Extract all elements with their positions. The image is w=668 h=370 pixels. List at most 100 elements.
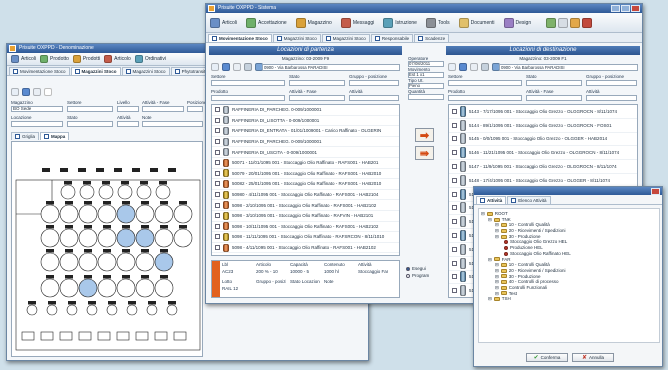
checkbox[interactable] bbox=[452, 205, 457, 211]
mode-esegui[interactable]: Esegui bbox=[406, 266, 429, 271]
list-item[interactable]: RAFFINERIA DI_LISOTTA - 0-009/1000001 bbox=[212, 116, 399, 127]
checkbox[interactable] bbox=[452, 219, 457, 225]
locazione-field[interactable] bbox=[11, 121, 63, 127]
toolbar-accettazione[interactable]: Accettazione bbox=[246, 17, 287, 28]
checkbox[interactable] bbox=[452, 191, 457, 197]
list-item[interactable]: 5098 - 2/10/1095 001 - Stoccaggio Olio R… bbox=[212, 200, 399, 211]
search-icon[interactable] bbox=[448, 63, 456, 71]
prodotto-select[interactable] bbox=[211, 95, 285, 101]
expand-icon[interactable]: ⊟ bbox=[495, 291, 499, 297]
toolbar-button-5[interactable]: Ordinativi bbox=[134, 55, 166, 63]
list-item[interactable]: 50071 - 11/01/1095 001 - Stoccaggio Olio… bbox=[212, 158, 399, 169]
checkbox[interactable] bbox=[452, 260, 457, 266]
posizione-select[interactable] bbox=[187, 106, 203, 112]
delete-icon[interactable] bbox=[481, 63, 489, 71]
help-icon[interactable] bbox=[570, 17, 581, 28]
list-item[interactable]: 5144 - 89/1/1095 001 - Stoccaggio Olio G… bbox=[449, 119, 637, 133]
list-item[interactable]: 5145 - 0/0/1095 001 - Stoccaggio Olio Gr… bbox=[449, 133, 637, 147]
gruppo-select[interactable] bbox=[586, 80, 637, 86]
checkbox[interactable] bbox=[452, 288, 457, 294]
checkbox[interactable] bbox=[452, 122, 457, 128]
toolbar-design[interactable]: Design bbox=[503, 17, 531, 28]
checkbox[interactable] bbox=[215, 117, 220, 123]
checkbox[interactable] bbox=[452, 274, 457, 280]
toolbar-tools[interactable]: Tools bbox=[425, 17, 450, 28]
checkbox[interactable] bbox=[215, 139, 220, 145]
checkbox[interactable] bbox=[452, 246, 457, 252]
tab-movimentazione[interactable]: Movimentazione Stoco bbox=[9, 67, 70, 75]
stato-select[interactable] bbox=[289, 80, 345, 86]
expand-icon[interactable]: ⊟ bbox=[488, 217, 492, 223]
document-icon[interactable] bbox=[233, 63, 241, 71]
move-all-right-button[interactable]: ⇛ bbox=[415, 146, 434, 160]
search-icon[interactable] bbox=[11, 88, 19, 96]
checkbox[interactable] bbox=[452, 136, 457, 142]
attivita-select[interactable] bbox=[142, 106, 184, 112]
checkbox[interactable] bbox=[215, 192, 220, 198]
window-icon[interactable] bbox=[558, 17, 569, 28]
list-item[interactable]: 50082 - 25/01/1095 001 - Stoccaggio Olio… bbox=[212, 179, 399, 190]
toolbar-button-4[interactable]: Articolo bbox=[104, 55, 131, 63]
window-activities-titlebar[interactable] bbox=[474, 187, 662, 195]
tab-elenco-attivita[interactable]: Elenco Attività bbox=[507, 196, 551, 204]
checkbox[interactable] bbox=[452, 150, 457, 156]
tab-attivita[interactable]: Attività bbox=[476, 196, 507, 204]
document-icon[interactable] bbox=[470, 63, 478, 71]
prodotto-select[interactable] bbox=[448, 95, 522, 101]
list-item[interactable]: 5098 - 11/11/1095 001 - Stoccaggio Olio … bbox=[212, 232, 399, 243]
cancel-button[interactable]: ✘ Annulla bbox=[572, 353, 614, 362]
tab-responsabile[interactable]: Responsabile bbox=[370, 34, 414, 42]
attivita-field[interactable] bbox=[117, 121, 139, 127]
checkbox[interactable] bbox=[215, 213, 220, 219]
toolbar-articoli[interactable]: Articoli bbox=[210, 17, 237, 28]
tab-magazzini-2[interactable]: Magazzini Stoco bbox=[321, 34, 370, 42]
tab-mappa[interactable]: Mappa bbox=[40, 132, 70, 140]
checkbox[interactable] bbox=[215, 234, 220, 240]
confirm-button[interactable]: ✔ Conferma bbox=[526, 353, 568, 362]
tab-magazzini[interactable]: Magazzini Stoco bbox=[272, 34, 321, 42]
exit-icon[interactable] bbox=[582, 17, 593, 28]
settore-select[interactable] bbox=[448, 80, 522, 86]
checkbox[interactable] bbox=[452, 233, 457, 239]
checkbox[interactable] bbox=[452, 164, 457, 170]
list-item[interactable]: 5146 - 11/21/1095 001 - Stoccaggio Olio … bbox=[449, 146, 637, 161]
tab-scadenze[interactable]: Scadenze bbox=[414, 34, 450, 42]
window-transfer-titlebar[interactable]: Prisuite OXPPD - Sistema bbox=[206, 4, 642, 13]
checkbox[interactable] bbox=[215, 181, 220, 187]
minimize-button[interactable] bbox=[611, 5, 620, 12]
toolbar-magazzino[interactable]: Magazzino bbox=[295, 17, 332, 28]
magazzino-select[interactable]: BO Sede bbox=[11, 106, 63, 112]
close-button[interactable] bbox=[631, 5, 640, 12]
mode-program[interactable]: Program bbox=[406, 273, 429, 278]
save-icon[interactable] bbox=[459, 63, 467, 71]
note-field[interactable] bbox=[142, 121, 203, 127]
expand-icon[interactable]: ⊟ bbox=[481, 211, 485, 217]
toolbar-messaggi[interactable]: Messaggi bbox=[340, 17, 374, 28]
checkbox[interactable] bbox=[215, 107, 220, 113]
stato-select[interactable] bbox=[67, 121, 113, 127]
list-item[interactable]: RAFFINERIA DI_ENTRATA - 01/01/1009001 - … bbox=[212, 126, 399, 137]
list-item[interactable]: 5098 - 3/10/1095 001 - Stoccaggio Olio R… bbox=[212, 211, 399, 222]
settore-select[interactable] bbox=[211, 80, 285, 86]
activity-tree[interactable]: ⊟ ROOT ⊟ TNK ⊟ 10 - Controlli Qualità ⊟ 20 - Ri… bbox=[478, 208, 660, 343]
maximize-button[interactable] bbox=[621, 5, 630, 12]
print-icon[interactable] bbox=[44, 88, 52, 96]
toolbar-button-1[interactable]: Articoli bbox=[11, 55, 36, 63]
list-item[interactable]: RAFFINERIA DI_PARCHEG. 0-009/1000001 bbox=[212, 137, 399, 148]
checkbox[interactable] bbox=[215, 160, 220, 166]
toolbar-button-3[interactable]: Prodotti bbox=[72, 55, 100, 63]
checkbox[interactable] bbox=[215, 128, 220, 134]
list-item[interactable]: 50980 - 4/11/1095 001 - Stoccaggio Olio … bbox=[212, 190, 399, 201]
document-icon[interactable] bbox=[33, 88, 41, 96]
list-item[interactable]: RAFFINERIA DI_USCITA - 0-009/1000001 bbox=[212, 147, 399, 158]
checkbox[interactable] bbox=[452, 108, 457, 114]
livello-select[interactable] bbox=[117, 106, 139, 112]
expand-icon[interactable]: ⊟ bbox=[488, 257, 492, 263]
toolbar-button-2[interactable]: Prodotto bbox=[40, 55, 69, 63]
checkbox[interactable] bbox=[215, 245, 220, 251]
source-location-list[interactable]: RAFFINERIA DI_PARCHEG. 0-009/1000001 RAFF… bbox=[211, 104, 400, 256]
list-item[interactable]: RAFFINERIA DI_PARCHEG. 0-009/1000001 bbox=[212, 105, 399, 116]
tree-node[interactable]: ⊟ TSH bbox=[481, 296, 657, 302]
toolbar-documenti[interactable]: Documenti bbox=[458, 17, 495, 28]
list-item[interactable]: 50079 - 20/01/1095 001 - Stoccaggio Olio… bbox=[212, 169, 399, 180]
